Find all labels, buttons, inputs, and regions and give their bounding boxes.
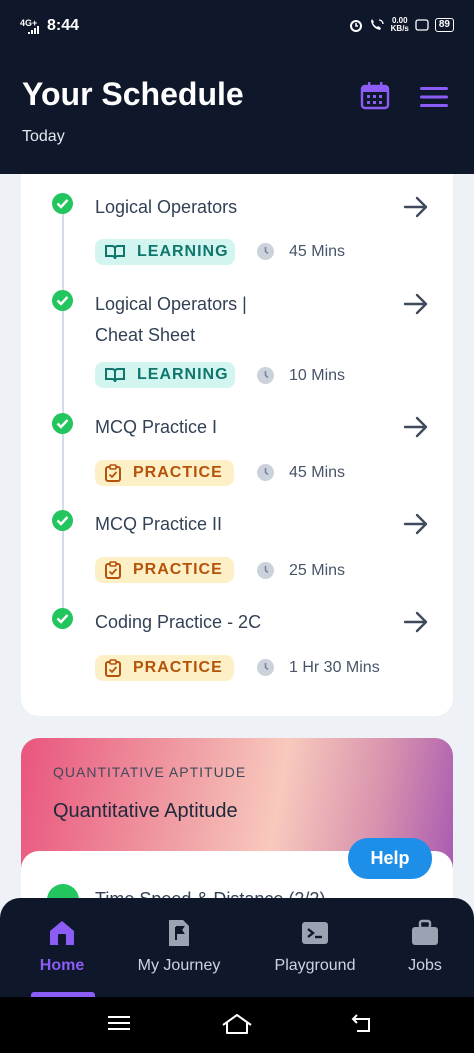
aptitude-title: Quantitative Aptitude (53, 800, 238, 822)
status-bar: 4G+ 8:44 0.00 KB/s 89 (0, 0, 474, 48)
wifi-call-icon (370, 19, 384, 30)
learning-badge: LEARNING (95, 362, 235, 388)
item-duration: 10 Mins (289, 367, 346, 384)
item-title[interactable]: Coding Practice - 2C (95, 607, 385, 638)
item-duration: 45 Mins (289, 243, 346, 260)
network-speed: 0.00 KB/s (391, 17, 409, 33)
badge-label: PRACTICE (133, 561, 223, 578)
clipboard-icon (105, 659, 121, 677)
nav-label: Jobs (408, 957, 442, 974)
page-subtitle: Today (22, 128, 65, 145)
nav-home[interactable]: Home (26, 898, 98, 997)
speed-unit: KB/s (390, 24, 409, 33)
item-title[interactable]: Logical Operators (95, 192, 385, 223)
item-title[interactable]: Logical Operators | Cheat Sheet (95, 289, 285, 351)
check-circle-icon (52, 510, 73, 531)
home-icon (50, 921, 74, 945)
check-circle-icon (52, 193, 73, 214)
arrow-right-icon[interactable] (403, 196, 429, 218)
clock-time: 8:44 (47, 17, 80, 34)
badge-label: PRACTICE (133, 659, 223, 676)
app-header: Your Schedule Today (0, 48, 474, 174)
calendar-icon[interactable] (360, 82, 390, 110)
clock-icon (257, 367, 274, 384)
item-title[interactable]: MCQ Practice I (95, 412, 385, 443)
alarm-icon (349, 20, 362, 32)
page-title: Your Schedule (22, 76, 244, 112)
clock-icon (257, 659, 274, 676)
nav-label: My Journey (137, 957, 221, 974)
hamburger-menu-icon[interactable] (420, 86, 448, 108)
practice-badge: PRACTICE (95, 655, 234, 681)
timeline-line (62, 200, 64, 618)
nav-label: Playground (274, 957, 356, 974)
flag-icon (169, 920, 189, 946)
nav-jobs[interactable]: Jobs (396, 898, 454, 997)
book-icon (105, 245, 125, 260)
arrow-right-icon[interactable] (403, 513, 429, 535)
item-duration: 45 Mins (289, 464, 346, 481)
nav-playground[interactable]: Playground (267, 898, 363, 997)
arrow-right-icon[interactable] (403, 293, 429, 315)
badge-label: PRACTICE (133, 464, 223, 481)
clock-icon (257, 243, 274, 260)
badge-label: LEARNING (137, 366, 229, 383)
item-title[interactable]: MCQ Practice II (95, 509, 385, 540)
check-circle-icon (52, 290, 73, 311)
item-duration: 25 Mins (289, 562, 346, 579)
nav-my-journey[interactable]: My Journey (128, 898, 230, 997)
item-duration: 1 Hr 30 Mins (289, 659, 380, 676)
status-icons: 0.00 KB/s 89 (349, 17, 454, 33)
help-button[interactable]: Help (348, 838, 432, 879)
book-icon (105, 368, 125, 383)
arrow-right-icon[interactable] (403, 416, 429, 438)
check-circle-icon (52, 608, 73, 629)
vowifi-icon (415, 19, 429, 31)
recent-apps-icon[interactable] (107, 1013, 131, 1033)
system-navigation-bar (0, 997, 474, 1053)
clock-icon (257, 464, 274, 481)
clock-icon (257, 562, 274, 579)
clipboard-icon (105, 464, 121, 482)
practice-badge: PRACTICE (95, 557, 234, 583)
learning-badge: LEARNING (95, 239, 235, 265)
back-icon[interactable] (349, 1013, 373, 1033)
check-circle-icon (52, 413, 73, 434)
nav-label: Home (39, 957, 85, 974)
badge-label: LEARNING (137, 243, 229, 260)
signal-icon (28, 26, 39, 34)
briefcase-icon (412, 919, 438, 945)
home-system-icon[interactable] (221, 1013, 253, 1035)
aptitude-overline: QUANTITATIVE APTITUDE (53, 764, 247, 780)
clipboard-icon (105, 561, 121, 579)
battery-icon: 89 (434, 18, 454, 32)
practice-badge: PRACTICE (95, 460, 234, 486)
arrow-right-icon[interactable] (403, 611, 429, 633)
terminal-icon (302, 922, 328, 944)
bottom-nav: Home My Journey Playground Jobs (0, 898, 474, 997)
